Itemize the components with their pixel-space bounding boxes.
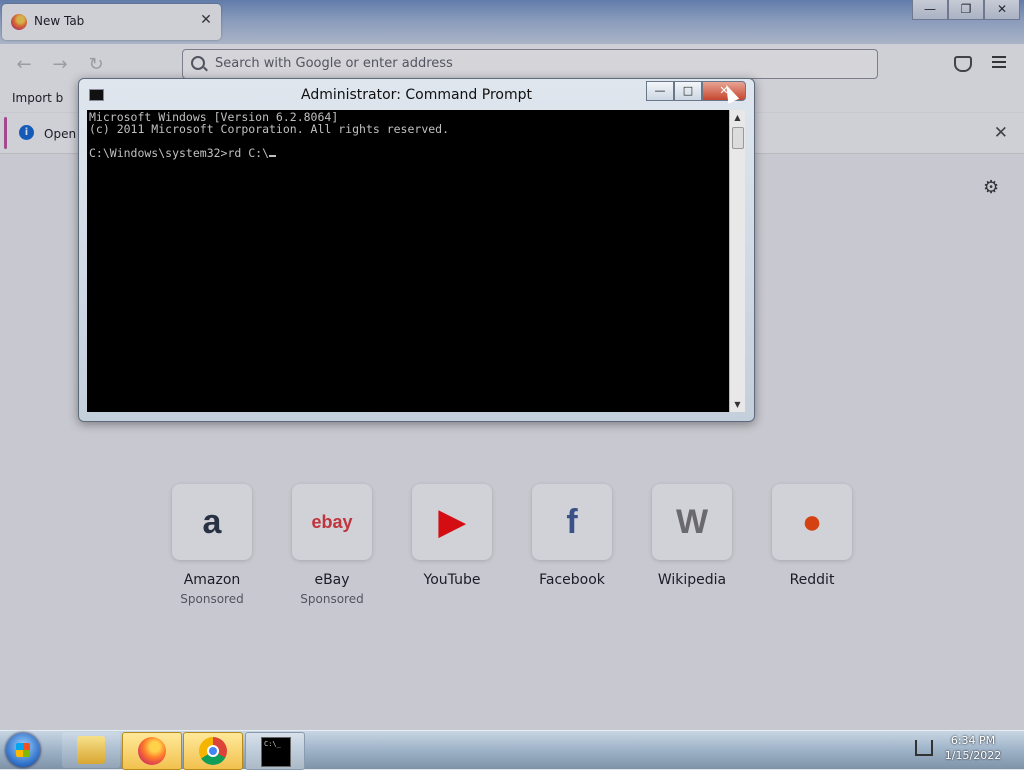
taskbar-firefox-button[interactable] — [122, 732, 182, 770]
folder-icon — [77, 736, 105, 764]
taskbar — [0, 730, 1024, 770]
console-line-text: C:\Windows\system32>rd C:\ — [89, 146, 270, 160]
taskbar-cmd-button[interactable] — [245, 732, 305, 770]
chrome-icon — [199, 737, 227, 765]
taskbar-chrome-button[interactable] — [183, 732, 243, 770]
text-cursor — [269, 155, 277, 157]
command-prompt-icon — [261, 737, 291, 767]
clock-date: 1/15/2022 — [944, 749, 1002, 762]
console-text: Microsoft Windows [Version 6.2.8064] (c) … — [87, 110, 729, 159]
console-line: C:\Windows\system32>rd C:\ — [89, 147, 729, 159]
firefox-icon — [138, 737, 166, 765]
cmd-scrollbar[interactable]: ▲ ▼ — [729, 110, 745, 412]
taskbar-explorer-button[interactable] — [62, 732, 120, 768]
start-button[interactable] — [6, 733, 40, 767]
clock-time: 6:34 PM — [950, 734, 996, 747]
cmd-minimize-button[interactable]: — — [646, 81, 674, 101]
command-prompt-window: Administrator: Command Prompt — □ ✕ Micr… — [78, 78, 755, 422]
console-output[interactable]: Microsoft Windows [Version 6.2.8064] (c) … — [87, 110, 729, 412]
scroll-down-icon[interactable]: ▼ — [730, 397, 745, 412]
clock[interactable]: 6:34 PM 1/15/2022 — [930, 733, 1016, 763]
scroll-up-icon[interactable]: ▲ — [730, 110, 745, 125]
console-line-text: (c) 2011 Microsoft Corporation. All righ… — [89, 122, 450, 136]
cmd-maximize-button[interactable]: □ — [674, 81, 702, 101]
console-line: (c) 2011 Microsoft Corporation. All righ… — [89, 123, 729, 135]
scroll-thumb[interactable] — [732, 127, 744, 149]
